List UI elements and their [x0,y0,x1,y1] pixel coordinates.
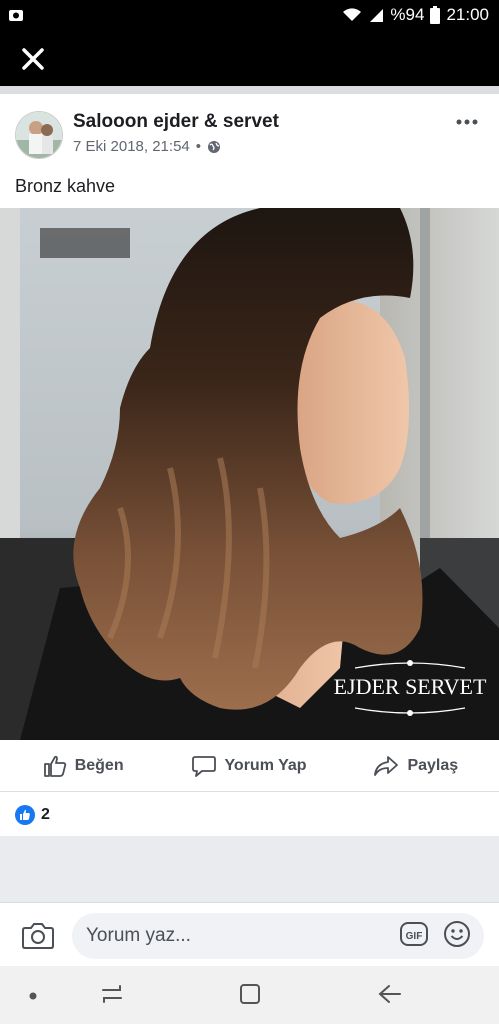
comment-button[interactable]: Yorum Yap [166,740,332,791]
more-options-icon[interactable] [455,116,479,128]
battery-icon [430,6,441,24]
like-label: Beğen [74,756,124,774]
feed-divider [0,86,499,94]
share-arrow-icon [374,755,399,776]
signal-icon [370,9,384,22]
wifi-icon [343,8,362,21]
svg-text:GIF: GIF [406,931,423,942]
meta-separator: • [195,138,202,155]
gif-icon[interactable]: GIF [399,919,429,949]
post-author[interactable]: Salooon ejder & servet [73,111,279,133]
smiley-icon[interactable] [442,919,472,949]
post-actions: Beğen Yorum Yap Paylaş [0,740,499,792]
nav-dot-icon[interactable] [28,991,38,1001]
like-reaction-icon [15,805,35,825]
globe-icon [208,140,221,153]
status-time: 21:00 [446,5,489,24]
photo-notification-icon [9,10,23,21]
camera-icon[interactable] [22,920,54,950]
status-bar: %94 21:00 [0,0,499,30]
comment-bar: Yorum yaz... GIF [0,902,499,966]
share-label: Paylaş [407,756,459,774]
back-icon[interactable] [377,982,403,1006]
close-icon[interactable] [18,44,48,74]
system-nav-bar [0,966,499,1024]
status-right: %94 21:00 [342,5,489,25]
app-bar [0,30,499,86]
share-button[interactable]: Paylaş [333,740,499,791]
battery-percent: %94 [390,5,425,24]
reactions-summary[interactable]: 2 [0,794,499,836]
comment-label: Yorum Yap [224,756,307,774]
recent-apps-icon[interactable] [100,982,124,1006]
like-button[interactable]: Beğen [0,740,166,791]
thumbs-up-icon [43,755,66,777]
avatar[interactable] [15,111,63,159]
post-meta: 7 Eki 2018, 21:54 • [73,138,221,155]
reaction-count: 2 [41,806,50,823]
post-card: Salooon ejder & servet 7 Eki 2018, 21:54… [0,94,499,836]
post-timestamp[interactable]: 7 Eki 2018, 21:54 [73,138,190,155]
home-icon[interactable] [238,982,262,1006]
post-photo[interactable]: EJDER SERVET [0,208,499,740]
post-caption: Bronz kahve [15,176,116,196]
speech-bubble-icon [192,755,217,777]
photo-watermark: EJDER SERVET [334,674,487,699]
